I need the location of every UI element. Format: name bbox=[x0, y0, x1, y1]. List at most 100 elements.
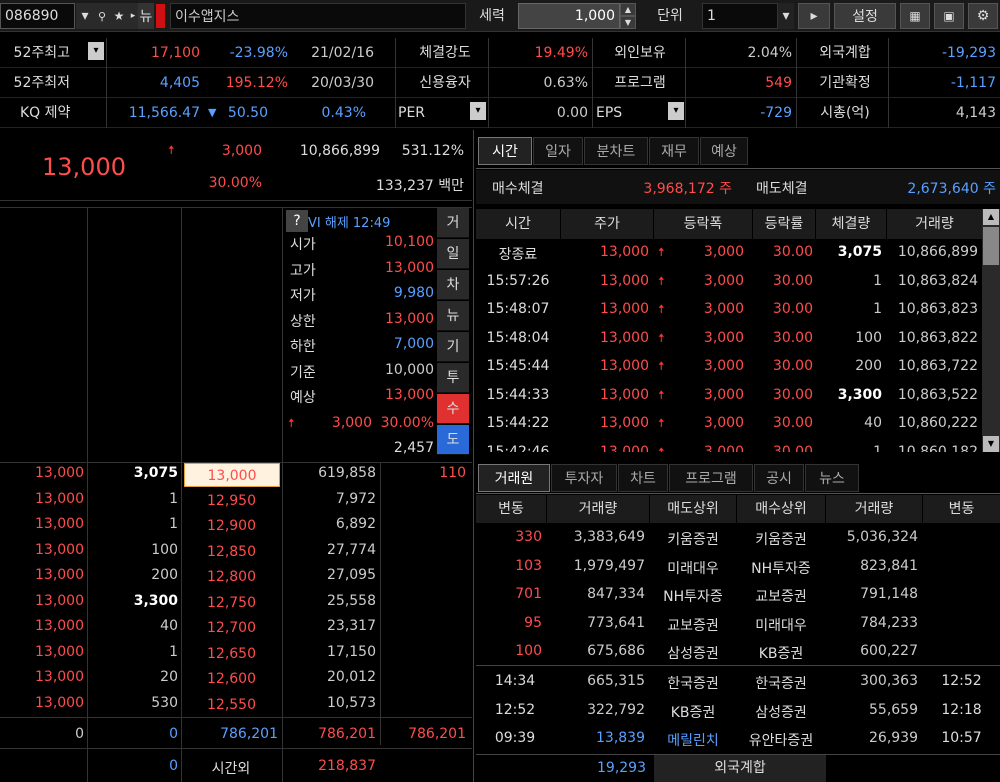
up-arrow-icon: 🠅 bbox=[658, 416, 665, 430]
tab-뉴스[interactable]: 뉴스 bbox=[805, 464, 859, 492]
stock-name-field[interactable]: 이수앱지스 bbox=[170, 3, 466, 29]
broker-sell-name[interactable]: 교보증권 bbox=[650, 615, 736, 635]
news-button[interactable]: 뉴 bbox=[138, 3, 154, 29]
tab-거래원[interactable]: 거래원 bbox=[478, 464, 550, 492]
tick-rate: 30.00 bbox=[772, 244, 813, 260]
stock-code-input[interactable]: 086890 bbox=[0, 3, 75, 29]
broker-header-0: 변동 bbox=[476, 495, 546, 523]
broker-sell-name[interactable]: 삼성증권 bbox=[650, 643, 736, 663]
broker-time-sell-name[interactable]: 한국증권 bbox=[650, 673, 736, 693]
menu-arrow-icon[interactable]: ▸ bbox=[128, 3, 138, 29]
book-level-price[interactable]: 12,700 bbox=[184, 616, 280, 640]
tick-qty: 200 bbox=[855, 358, 882, 374]
broker-time-sell-name[interactable]: 메릴린치 bbox=[650, 730, 736, 750]
book-level-price[interactable]: 12,600 bbox=[184, 667, 280, 691]
unit-select[interactable]: 1 bbox=[702, 3, 778, 29]
broker-buy-name[interactable]: 키움증권 bbox=[737, 529, 825, 549]
settings-button[interactable]: 설정 bbox=[834, 3, 896, 29]
tick-qty: 3,075 bbox=[837, 244, 882, 260]
book-price: 13,000 bbox=[35, 516, 84, 532]
book-level-price[interactable]: 12,800 bbox=[184, 565, 280, 589]
favorite-star-icon[interactable]: ★ bbox=[110, 3, 128, 29]
broker-time-buy-name[interactable]: 한국증권 bbox=[737, 673, 825, 693]
scroll-up-icon[interactable]: ▲ bbox=[983, 209, 999, 225]
spin-down-icon[interactable]: ▼ bbox=[620, 16, 636, 29]
label-52w-high: 52주최고 bbox=[13, 45, 70, 61]
broker-sell-name[interactable]: NH투자증 bbox=[650, 586, 736, 606]
tick-rate: 30.00 bbox=[772, 415, 813, 431]
side-tab-4[interactable]: 기 bbox=[437, 332, 469, 362]
broker-change: 103 bbox=[515, 557, 542, 574]
broker-sell-name[interactable]: 미래대우 bbox=[650, 558, 736, 578]
side-tab-3[interactable]: 뉴 bbox=[437, 301, 469, 331]
broker-sell-volume: 1,979,497 bbox=[573, 557, 645, 574]
book-level-price[interactable]: 12,750 bbox=[184, 591, 280, 615]
book-qty: 530 bbox=[151, 694, 178, 711]
side-tab-7[interactable]: 도 bbox=[437, 425, 469, 455]
foreign-total-label: 외국계합 bbox=[654, 755, 826, 782]
book-qty: 1 bbox=[169, 490, 178, 507]
broker-change: 100 bbox=[515, 643, 542, 659]
total-left: 0 bbox=[75, 726, 84, 742]
tick-price: 13,000 bbox=[600, 272, 649, 289]
tick-scrollbar[interactable]: ▲ ▼ bbox=[982, 209, 1000, 452]
window-icon[interactable]: ▣ bbox=[934, 3, 964, 29]
dropdown-icon[interactable]: ▾ bbox=[470, 102, 486, 120]
book-level-price[interactable]: 12,850 bbox=[184, 540, 280, 564]
label-eps: EPS bbox=[596, 105, 623, 121]
tab-프로그램[interactable]: 프로그램 bbox=[669, 464, 753, 492]
broker-buy-name[interactable]: 교보증권 bbox=[737, 586, 825, 606]
book-level-price[interactable]: 12,900 bbox=[184, 514, 280, 538]
quote-value: 13,000 bbox=[385, 387, 434, 403]
tab-재무[interactable]: 재무 bbox=[649, 137, 699, 165]
tab-일자[interactable]: 일자 bbox=[533, 137, 583, 165]
book-level-price[interactable]: 13,000 bbox=[184, 463, 280, 487]
next-arrow-icon[interactable]: ▸ bbox=[798, 3, 830, 29]
search-icon[interactable]: ⚲ bbox=[94, 3, 110, 29]
broker-time-sell-volume: 665,315 bbox=[587, 673, 645, 689]
tick-rate: 30.00 bbox=[772, 329, 813, 346]
broker-buy-name[interactable]: 미래대우 bbox=[737, 615, 825, 635]
tick-time: 15:48:07 bbox=[486, 301, 550, 317]
broker-buy-name[interactable]: NH투자증 bbox=[737, 558, 825, 578]
side-tab-0[interactable]: 거 bbox=[437, 208, 469, 238]
value-inst: -1,117 bbox=[950, 75, 996, 91]
side-tab-6[interactable]: 수 bbox=[437, 394, 469, 424]
book-bid-qty: 7,972 bbox=[335, 490, 376, 507]
side-tab-5[interactable]: 투 bbox=[437, 363, 469, 393]
dropdown-icon[interactable]: ▾ bbox=[88, 42, 104, 60]
tick-price: 13,000 bbox=[600, 244, 649, 260]
help-icon[interactable]: ? bbox=[286, 210, 308, 232]
broker-sell-name[interactable]: 키움증권 bbox=[650, 529, 736, 549]
tab-분차트[interactable]: 분차트 bbox=[584, 137, 648, 165]
book-price: 13,000 bbox=[35, 669, 84, 685]
quantity-input[interactable]: 1,000 bbox=[518, 3, 620, 29]
dropdown-icon[interactable]: ▾ bbox=[76, 3, 94, 29]
quote-label: 하한 bbox=[290, 339, 316, 355]
date-52w-high: 21/02/16 bbox=[311, 45, 374, 61]
spin-up-icon[interactable]: ▲ bbox=[620, 3, 636, 16]
book-level-price[interactable]: 12,950 bbox=[184, 489, 280, 513]
side-tab-2[interactable]: 차 bbox=[437, 270, 469, 300]
scroll-down-icon[interactable]: ▼ bbox=[983, 436, 999, 452]
tab-시간[interactable]: 시간 bbox=[478, 137, 532, 165]
dropdown-icon[interactable]: ▾ bbox=[668, 102, 684, 120]
total-qty: 0 bbox=[169, 726, 178, 742]
book-price: 13,000 bbox=[35, 490, 84, 507]
scroll-thumb[interactable] bbox=[983, 227, 999, 265]
tab-차트[interactable]: 차트 bbox=[618, 464, 668, 492]
unit-dropdown-icon[interactable]: ▾ bbox=[778, 3, 794, 29]
broker-time-buy-name[interactable]: 유안타증권 bbox=[737, 730, 825, 750]
book-level-price[interactable]: 12,550 bbox=[184, 693, 280, 717]
tab-예상[interactable]: 예상 bbox=[700, 137, 748, 165]
layout-grid-icon[interactable]: ▦ bbox=[900, 3, 930, 29]
book-level-price[interactable]: 12,650 bbox=[184, 642, 280, 666]
broker-time-buy-name[interactable]: 삼성증권 bbox=[737, 702, 825, 722]
side-tab-1[interactable]: 일 bbox=[437, 239, 469, 269]
quote-label: 저가 bbox=[290, 288, 316, 304]
broker-buy-name[interactable]: KB증권 bbox=[737, 643, 825, 663]
tab-공시[interactable]: 공시 bbox=[754, 464, 804, 492]
gear-icon[interactable]: ⚙ bbox=[968, 3, 998, 29]
tab-투자자[interactable]: 투자자 bbox=[551, 464, 617, 492]
broker-time-sell-name[interactable]: KB증권 bbox=[650, 702, 736, 722]
